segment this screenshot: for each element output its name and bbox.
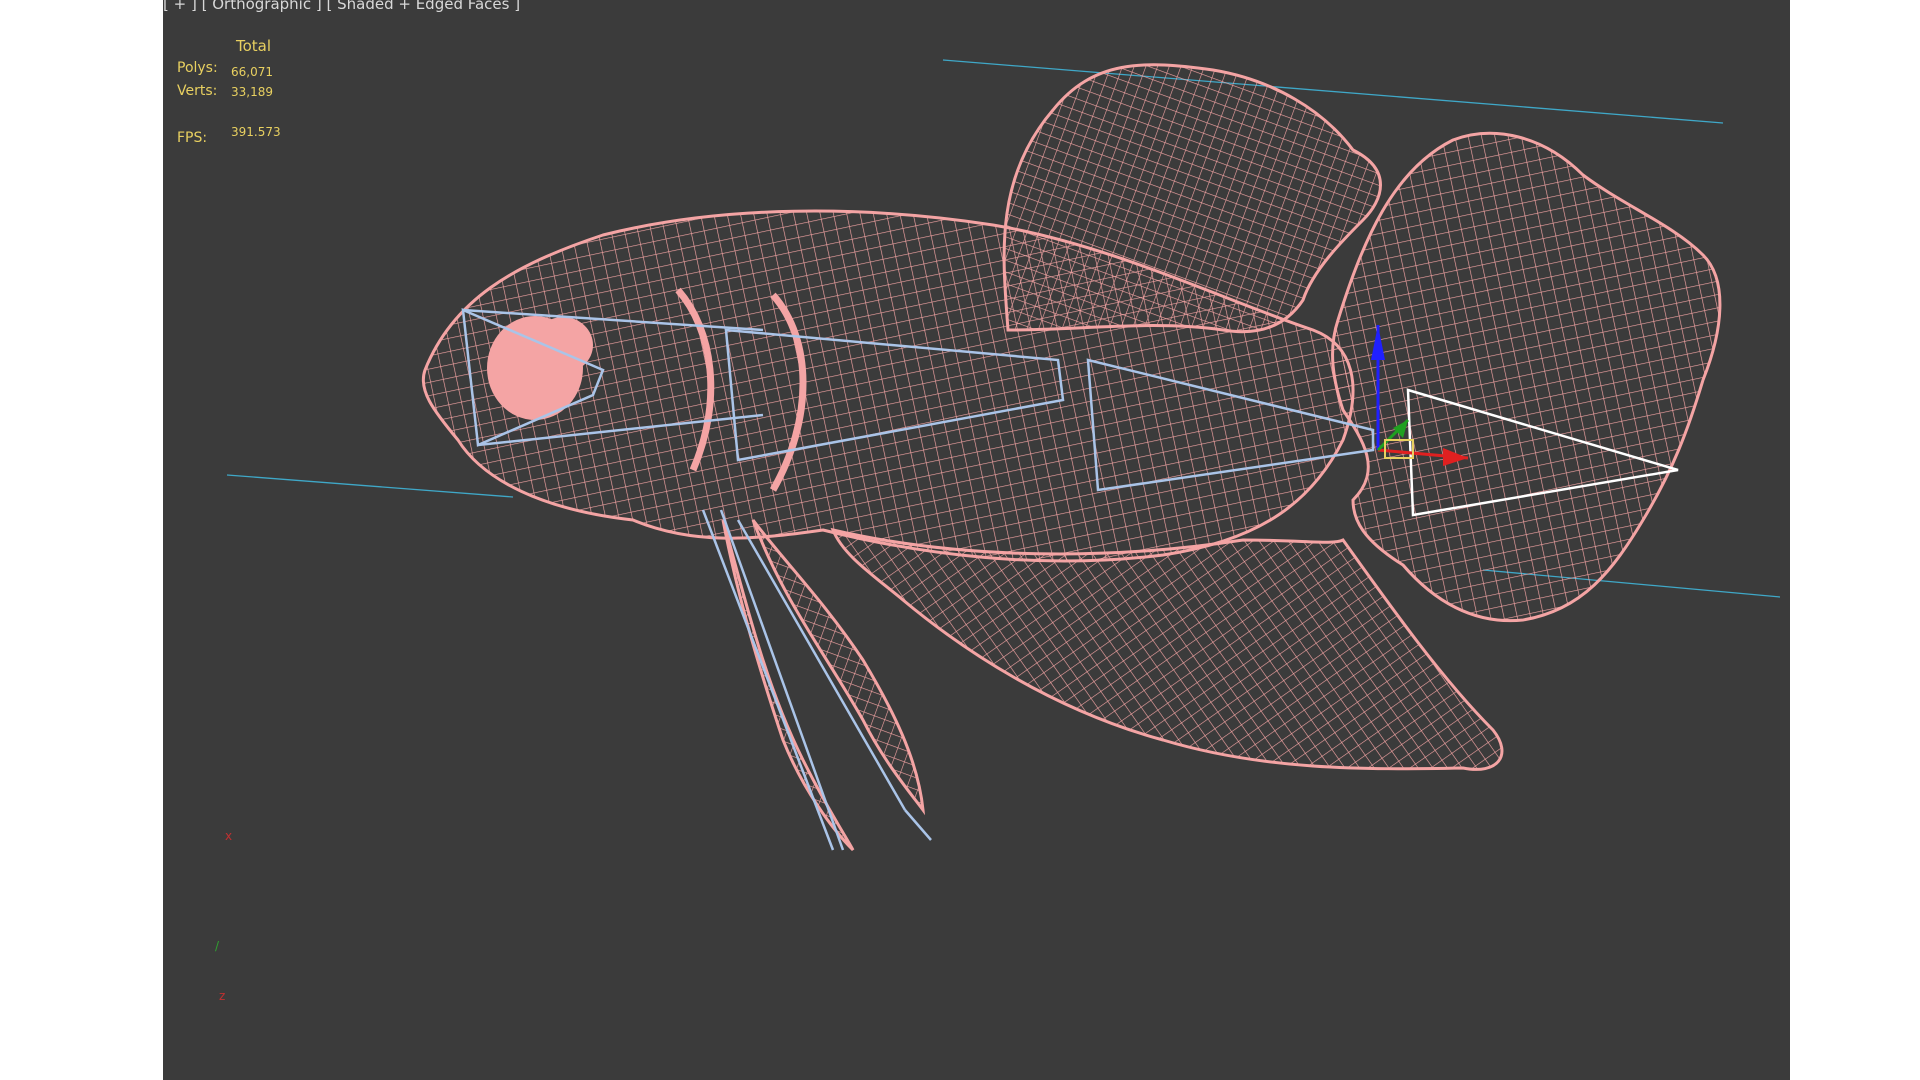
perspective-viewport[interactable]: [ + ] [ Orthographic ] [ Shaded + Edged … xyxy=(163,0,1790,1080)
anal-fin-mesh[interactable] xyxy=(830,527,1504,771)
scene-render[interactable]: x / z xyxy=(163,0,1790,1080)
tail-fin-mesh[interactable] xyxy=(1331,131,1722,623)
axis-z-icon: z xyxy=(219,989,225,1003)
axis-x-icon: x xyxy=(225,829,232,843)
axis-y-icon: / xyxy=(215,939,220,953)
world-axis-tripod: x / z xyxy=(215,829,232,1003)
fish-wireframe-mesh[interactable] xyxy=(421,63,1722,852)
